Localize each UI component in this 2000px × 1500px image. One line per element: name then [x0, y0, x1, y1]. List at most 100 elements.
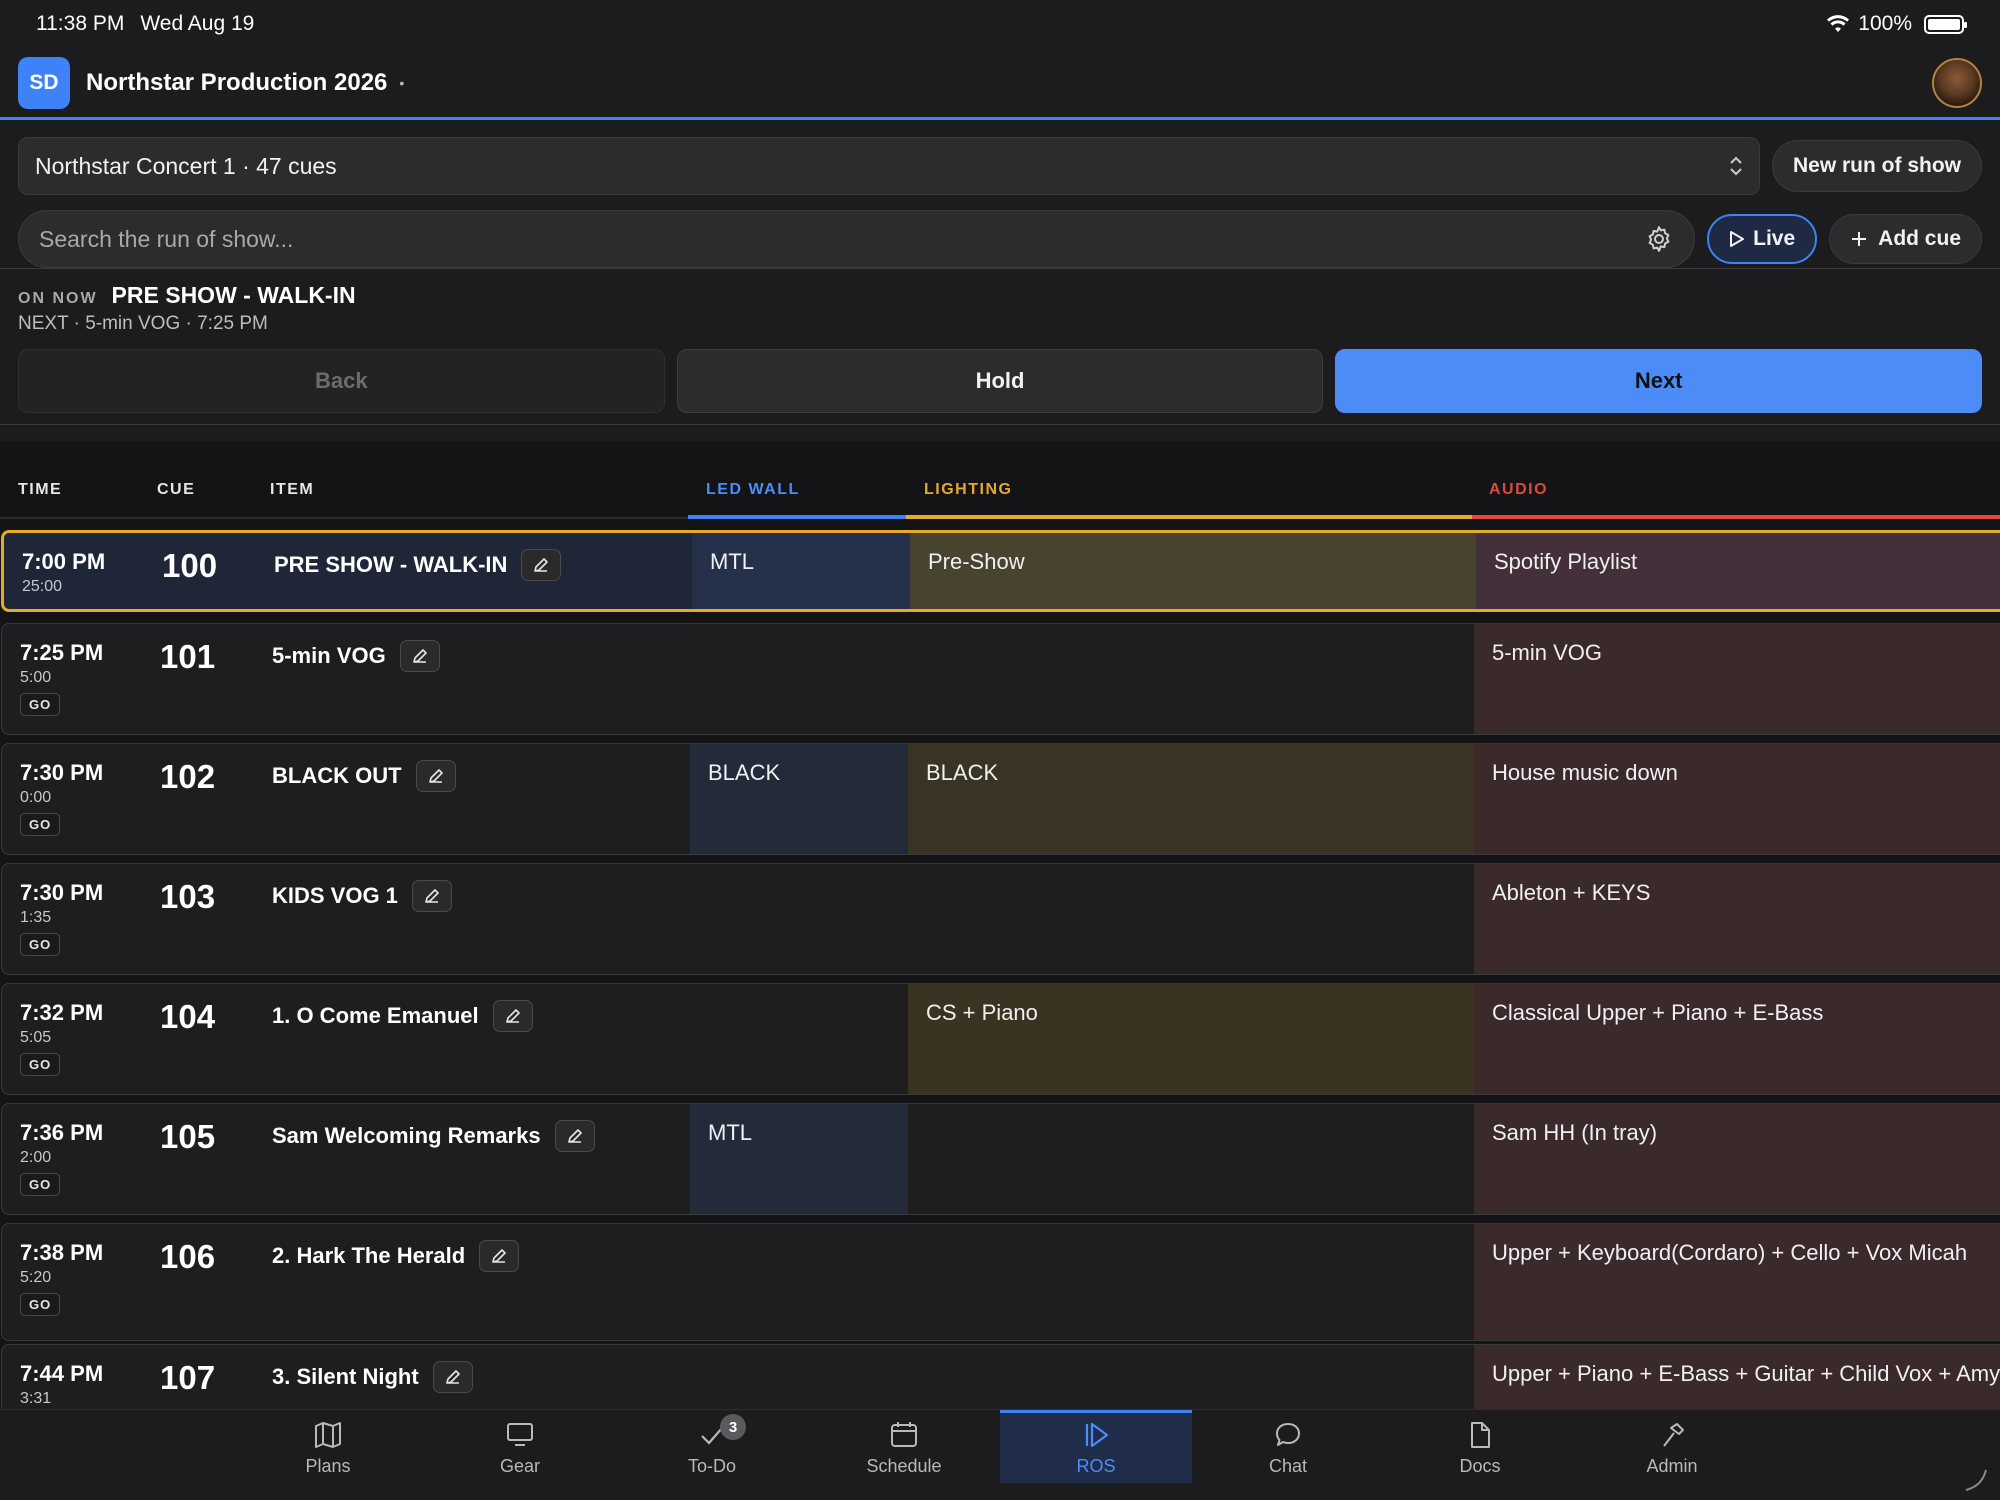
table-row[interactable]: CS + Piano Classical Upper + Piano + E-Ba… [1, 983, 2000, 1095]
led-wall-value: MTL [710, 549, 754, 574]
edit-cue-button[interactable] [411, 880, 452, 912]
gear-icon[interactable] [1644, 224, 1674, 254]
time-cell: 7:25 PM 5:00 GO [20, 640, 103, 716]
tab-label: Schedule [866, 1456, 942, 1476]
lighting-cell[interactable]: BLACK [908, 744, 1474, 854]
table-row[interactable]: 5-min VOG 7:25 PM 5:00 GO 101 5-min VOG [1, 623, 2000, 735]
tab-schedule[interactable]: Schedule [808, 1410, 1000, 1483]
column-header-time[interactable]: TIME [18, 441, 62, 519]
lighting-cell[interactable] [908, 1104, 1474, 1214]
led-wall-cell[interactable]: BLACK [690, 744, 908, 854]
avatar[interactable] [1932, 57, 1982, 108]
column-header-audio[interactable]: AUDIO [1489, 441, 1548, 519]
tab-label: To-Do [687, 1456, 736, 1476]
audio-cell[interactable]: Upper + Piano + E-Bass + Guitar + Child … [1474, 1345, 2000, 1409]
lighting-cell[interactable] [908, 1345, 1474, 1409]
led-wall-cell[interactable]: MTL [692, 533, 910, 609]
pencil-icon [492, 1249, 506, 1263]
pencil-icon [445, 1370, 460, 1384]
tab-chat[interactable]: Chat [1192, 1410, 1384, 1483]
audio-cell[interactable]: Classical Upper + Piano + E-Bass [1474, 984, 2000, 1094]
edit-cue-button[interactable] [492, 1000, 533, 1032]
tab-label: Plans [305, 1456, 351, 1476]
table-row[interactable]: MTL Pre-Show Spotify Playlist 7:00 PM 25:00 1… [1, 530, 2000, 612]
table-row[interactable]: MTL Sam HH (In tray) 7:36 PM 2:00 GO 105 Sam W… [1, 1103, 2000, 1215]
live-button[interactable]: Live [1707, 214, 1818, 264]
next-cue-line: NEXT · 5-min VOG · 7:25 PM [18, 313, 268, 334]
led-wall-cell[interactable] [690, 864, 908, 974]
table-row[interactable]: BLACK BLACK House music down 7:30 PM 0:00 GO 1… [1, 743, 2000, 855]
hold-button[interactable]: Hold [676, 349, 1324, 413]
chat-bubble-icon [1276, 1423, 1300, 1446]
tab-docs[interactable]: Docs [1384, 1410, 1576, 1483]
tab-label: Chat [1268, 1456, 1308, 1476]
table-row[interactable]: Upper + Piano + E-Bass + Guitar + Child … [1, 1344, 2000, 1409]
ros-select[interactable]: Northstar Concert 1 · 47 cues [18, 137, 1760, 195]
led-wall-cell[interactable] [690, 1345, 908, 1409]
resize-handle-icon[interactable] [1960, 1464, 1990, 1494]
audio-cell[interactable]: Spotify Playlist [1476, 533, 2000, 609]
workspace-badge[interactable]: SD [18, 56, 70, 109]
audio-value: 5-min VOG [1492, 640, 1603, 665]
audio-cell[interactable]: Ableton + KEYS [1474, 864, 2000, 974]
table-row[interactable]: Ableton + KEYS 7:30 PM 1:35 GO 103 KIDS VOG 1 [1, 863, 2000, 975]
search-input[interactable] [39, 225, 1645, 253]
audio-value: Upper + Keyboard(Cordaro) + Cello + Vox … [1492, 1240, 1968, 1265]
tab-gear[interactable]: Gear [424, 1410, 616, 1483]
lighting-cell[interactable] [908, 624, 1474, 734]
go-badge[interactable]: GO [20, 1173, 61, 1196]
table-row[interactable]: Upper + Keyboard(Cordaro) + Cello + Vox … [1, 1223, 2000, 1341]
project-title[interactable]: Northstar Production 2026 [86, 69, 387, 97]
cue-number: 101 [160, 638, 216, 675]
bottom-tab-bar: Plans Gear To-Do 3 Schedule ROS Chat Docs Admin [0, 1409, 2000, 1500]
cue-number: 103 [160, 878, 216, 915]
edit-cue-button[interactable] [479, 1240, 520, 1272]
time-cell: 7:30 PM 0:00 GO [20, 760, 103, 836]
edit-cue-button[interactable] [554, 1120, 595, 1152]
column-header-cue[interactable]: CUE [157, 441, 195, 519]
audio-cell[interactable]: Upper + Keyboard(Cordaro) + Cello + Vox … [1474, 1224, 2000, 1340]
go-badge[interactable]: GO [20, 813, 61, 836]
go-badge[interactable]: GO [20, 693, 61, 716]
audio-cell[interactable]: 5-min VOG [1474, 624, 2000, 734]
audio-cell[interactable]: Sam HH (In tray) [1474, 1104, 2000, 1214]
led-wall-cell[interactable] [690, 1224, 908, 1340]
column-header-item[interactable]: ITEM [270, 441, 314, 519]
next-button[interactable]: Next [1335, 349, 1983, 413]
go-badge[interactable]: GO [20, 1293, 61, 1316]
add-cue-button[interactable]: Add cue [1829, 214, 1982, 264]
lighting-cell[interactable]: Pre-Show [910, 533, 1476, 609]
cue-time: 7:38 PM [20, 1240, 104, 1265]
column-header-lighting[interactable]: LIGHTING [924, 441, 1012, 519]
edit-cue-button[interactable] [521, 549, 562, 581]
lighting-cell[interactable]: CS + Piano [908, 984, 1474, 1094]
cue-number: 107 [160, 1359, 216, 1396]
tab-plans[interactable]: Plans [232, 1410, 424, 1483]
go-badge[interactable]: GO [20, 933, 61, 956]
table-header: TIME CUE ITEM LED WALL LIGHTING AUDIO [0, 441, 2000, 519]
edit-cue-button[interactable] [415, 760, 456, 792]
cue-time: 7:36 PM [20, 1120, 104, 1145]
new-run-of-show-button[interactable]: New run of show [1772, 140, 1982, 192]
document-icon [1471, 1422, 1490, 1448]
on-now-label: ON NOW [18, 290, 98, 307]
back-button[interactable]: Back [18, 349, 665, 413]
lighting-value: CS + Piano [926, 1000, 1038, 1025]
led-wall-cell[interactable] [690, 984, 908, 1094]
go-badge[interactable]: GO [20, 1053, 61, 1076]
lighting-cell[interactable] [908, 1224, 1474, 1340]
edit-cue-button[interactable] [399, 640, 440, 672]
tab-admin[interactable]: Admin [1576, 1410, 1768, 1483]
status-bar: 11:38 PM Wed Aug 19 100% [0, 0, 2000, 48]
edit-cue-button[interactable] [432, 1361, 473, 1393]
tab-ros[interactable]: ROS [1000, 1410, 1192, 1483]
led-wall-cell[interactable] [690, 624, 908, 734]
tab-to-do[interactable]: To-Do 3 [616, 1410, 808, 1483]
lighting-cell[interactable] [908, 864, 1474, 974]
audio-cell[interactable]: House music down [1474, 744, 2000, 854]
column-header-led-wall[interactable]: LED WALL [706, 441, 800, 519]
project-menu-dot-icon[interactable]: • [399, 75, 404, 91]
lighting-value: BLACK [926, 760, 999, 785]
wifi-icon [1827, 15, 1850, 32]
led-wall-cell[interactable]: MTL [690, 1104, 908, 1214]
